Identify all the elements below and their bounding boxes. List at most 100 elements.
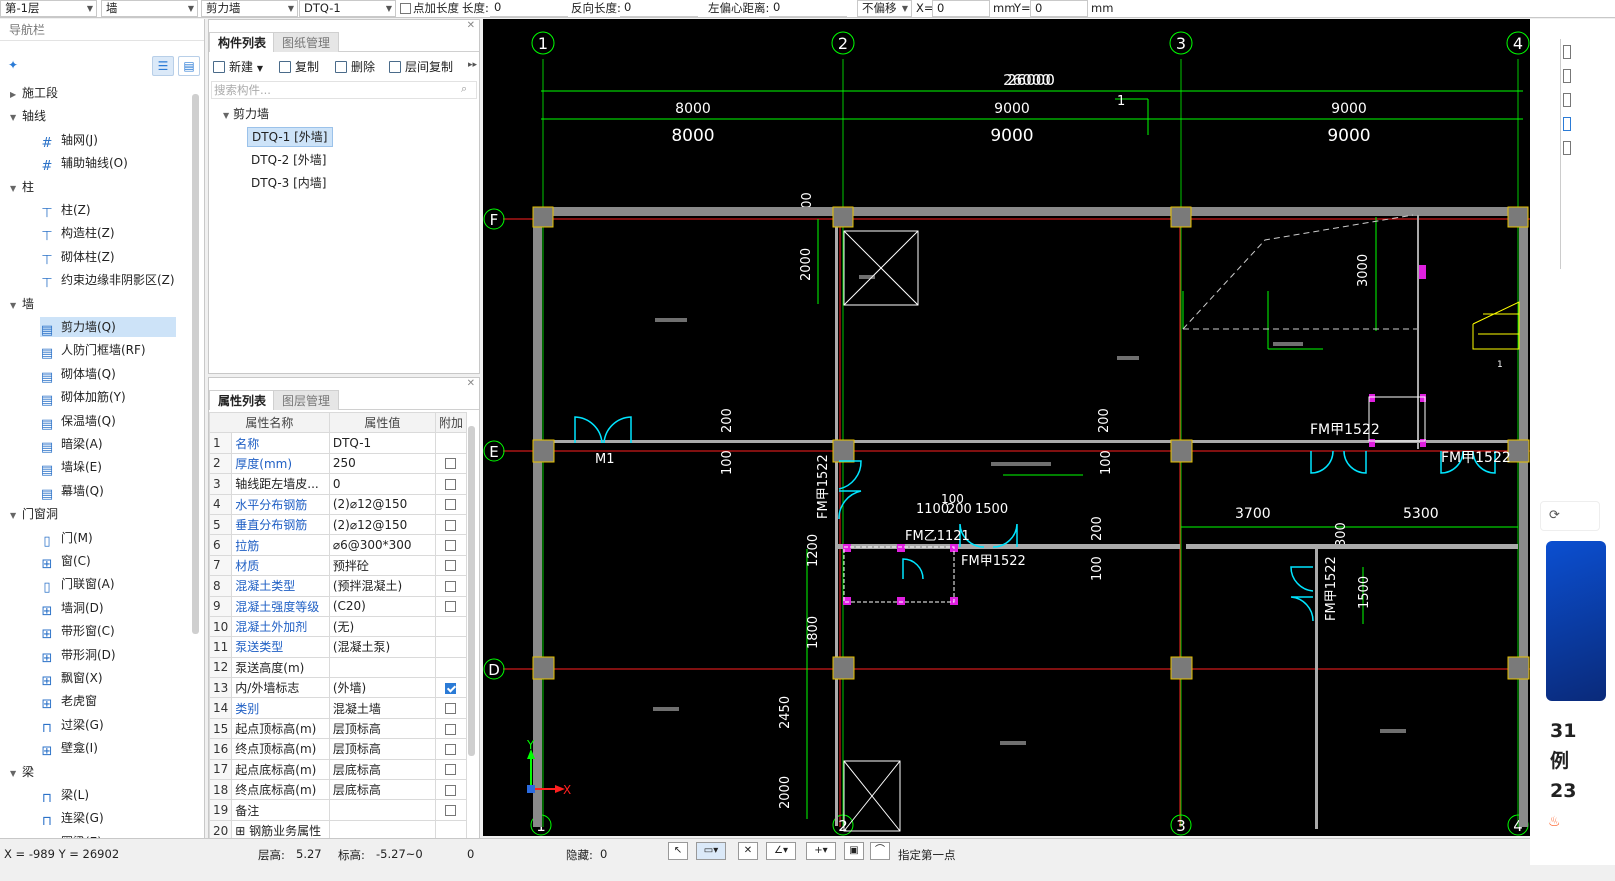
nav-group-1[interactable]: ▼ 轴线 bbox=[10, 106, 46, 126]
list-view-icon[interactable]: ☰ bbox=[152, 56, 174, 76]
property-row[interactable]: 4 水平分布钢筋 (2)⌀12@150 bbox=[208, 493, 468, 515]
property-row[interactable]: 2 厚度(mm) 250 bbox=[208, 452, 468, 475]
property-row[interactable]: 15 起点顶标高(m) 层顶标高 bbox=[208, 717, 468, 740]
door-fm-lower-lower[interactable] bbox=[1290, 596, 1314, 622]
tree-item-dtq2[interactable]: DTQ-2 [外墙] bbox=[247, 150, 331, 170]
property-row[interactable]: 10 混凝土外加剂 (无) bbox=[208, 615, 468, 638]
extra-checkbox[interactable] bbox=[445, 703, 457, 715]
popup-card[interactable]: ⟳ bbox=[1540, 501, 1600, 531]
property-row[interactable]: 13 内/外墙标志 (外墙) bbox=[208, 677, 468, 699]
nav-item-4-4[interactable]: ⊞ 带形窗(C) bbox=[40, 621, 176, 642]
property-value[interactable] bbox=[328, 799, 436, 821]
column-d1[interactable] bbox=[532, 656, 555, 680]
nav-item-4-5[interactable]: ⊞ 带形洞(D) bbox=[40, 645, 176, 666]
snap-layer-button[interactable]: ▣ bbox=[844, 842, 864, 860]
small-room[interactable] bbox=[843, 546, 955, 603]
snap-pointer-button[interactable]: ↖ bbox=[668, 842, 688, 860]
door-fm-2-upper[interactable] bbox=[838, 460, 862, 490]
nav-group-3[interactable]: ▼ 墙 bbox=[10, 294, 34, 314]
close-icon[interactable]: ✕ bbox=[467, 378, 475, 389]
property-row[interactable]: 14 类别 混凝土墙 bbox=[208, 697, 468, 719]
property-row[interactable]: 11 泵送类型 (混凝土泵) bbox=[208, 636, 468, 658]
floor-copy-button[interactable]: 层间复制 bbox=[389, 58, 453, 76]
property-value[interactable]: (C20) bbox=[328, 595, 436, 617]
door-fm-e3-left[interactable] bbox=[1310, 450, 1334, 474]
column-e3[interactable] bbox=[1170, 439, 1193, 463]
column-e1[interactable] bbox=[532, 439, 555, 463]
snap-arc-button[interactable]: ⌒ bbox=[870, 842, 890, 860]
nav-item-3-2[interactable]: ▤ 砌体墙(Q) bbox=[40, 364, 176, 385]
floor-select[interactable]: 第-1层 ▼ bbox=[0, 0, 97, 17]
close-icon[interactable]: ✕ bbox=[467, 20, 475, 31]
property-value[interactable]: (2)⌀12@150 bbox=[328, 513, 436, 536]
snap-plus-button[interactable]: +▾ bbox=[806, 842, 836, 860]
property-row[interactable]: 8 混凝土类型 (预拌混凝土) bbox=[208, 575, 468, 597]
nav-item-5-1[interactable]: ⊓ 连梁(G) bbox=[40, 808, 176, 829]
property-value[interactable]: (预拌混凝土) bbox=[328, 575, 436, 597]
property-row[interactable]: 16 终点顶标高(m) 层顶标高 bbox=[208, 738, 468, 760]
snap-angle-button[interactable]: ∠▾ bbox=[766, 842, 796, 860]
nav-item-3-3[interactable]: ▤ 砌体加筋(Y) bbox=[40, 387, 176, 408]
detail-view-icon[interactable]: ▤ bbox=[178, 56, 200, 76]
nav-item-2-1[interactable]: ⊤ 构造柱(Z) bbox=[40, 223, 176, 244]
tree-item-dtq3[interactable]: DTQ-3 [内墙] bbox=[247, 173, 331, 193]
tool-icon[interactable] bbox=[1563, 117, 1571, 131]
nav-item-2-2[interactable]: ⊤ 砌体柱(Z) bbox=[40, 247, 176, 268]
nav-scrollbar[interactable] bbox=[192, 94, 199, 634]
copy-button[interactable]: 复制 bbox=[279, 58, 319, 76]
x-input[interactable]: 0 bbox=[932, 0, 990, 17]
nav-item-1-1[interactable]: # 辅助轴线(O) bbox=[40, 153, 176, 174]
tool-icon[interactable] bbox=[1563, 93, 1571, 107]
offset-input[interactable]: 0 bbox=[769, 0, 847, 17]
property-row[interactable]: 1 名称 DTQ-1 bbox=[208, 432, 468, 454]
property-row[interactable]: 17 起点底标高(m) 层底标高 bbox=[208, 758, 468, 781]
property-row[interactable]: 6 拉筋 ⌀6@300*300 bbox=[208, 534, 468, 556]
new-button[interactable]: 新建 ▼ bbox=[213, 58, 263, 76]
tool-icon[interactable] bbox=[1563, 45, 1571, 59]
component-search-input[interactable]: 搜索构件... bbox=[211, 81, 477, 99]
wall-v2[interactable] bbox=[835, 216, 838, 826]
wall-top[interactable] bbox=[533, 207, 1528, 216]
door-fm-lower-upper[interactable] bbox=[1290, 566, 1314, 592]
type-select[interactable]: 剪力墙 ▼ bbox=[201, 0, 298, 17]
door-fm-yi[interactable] bbox=[902, 558, 924, 580]
y-input[interactable]: 0 bbox=[1030, 0, 1088, 17]
nav-group-5[interactable]: ▼ 梁 bbox=[10, 762, 34, 782]
nav-group-2[interactable]: ▼ 柱 bbox=[10, 177, 34, 197]
extra-checkbox[interactable] bbox=[445, 580, 457, 592]
tree-root[interactable]: ▼ 剪力墙 bbox=[219, 104, 273, 124]
nav-item-4-9[interactable]: ⊞ 壁龛(I) bbox=[40, 738, 176, 759]
extra-checkbox[interactable] bbox=[445, 560, 457, 572]
door-fm-inner-right[interactable] bbox=[992, 523, 1018, 548]
property-row[interactable]: 18 终点底标高(m) 层底标高 bbox=[208, 779, 468, 801]
extra-checkbox[interactable] bbox=[445, 458, 457, 470]
property-value[interactable] bbox=[328, 656, 436, 679]
property-value[interactable]: DTQ-1 bbox=[328, 432, 436, 454]
nav-item-3-4[interactable]: ▤ 保温墙(Q) bbox=[40, 411, 176, 432]
door-fm-2-lower[interactable] bbox=[838, 490, 862, 520]
move-mode-select[interactable]: 不偏移 ▼ bbox=[857, 0, 912, 17]
nav-item-4-7[interactable]: ⊞ 老虎窗 bbox=[40, 691, 176, 712]
nav-group-4[interactable]: ▼ 门窗洞 bbox=[10, 504, 58, 524]
property-value[interactable]: ⌀6@300*300 bbox=[328, 534, 436, 556]
nav-item-4-8[interactable]: ⊓ 过梁(G) bbox=[40, 715, 176, 736]
tool-icon[interactable] bbox=[1563, 69, 1571, 83]
tab-component-list[interactable]: 构件列表 bbox=[209, 32, 276, 52]
extra-checkbox[interactable] bbox=[445, 540, 457, 552]
extra-checkbox[interactable] bbox=[445, 723, 457, 735]
door-fm-e3-right[interactable] bbox=[1343, 450, 1367, 474]
property-value[interactable]: (2)⌀12@150 bbox=[328, 493, 436, 515]
extra-checkbox[interactable] bbox=[445, 784, 457, 796]
extra-checkbox[interactable] bbox=[445, 682, 457, 694]
extra-checkbox[interactable] bbox=[445, 601, 457, 613]
wall-left[interactable] bbox=[533, 207, 542, 827]
wall-inner-v[interactable] bbox=[1315, 549, 1318, 829]
property-value[interactable]: 层底标高 bbox=[328, 758, 436, 781]
column-d3[interactable] bbox=[1170, 656, 1193, 680]
wall-right[interactable] bbox=[1519, 207, 1528, 827]
nav-item-1-0[interactable]: # 轴网(J) bbox=[40, 130, 176, 151]
nav-item-3-0[interactable]: ▤ 剪力墙(Q) bbox=[40, 317, 176, 338]
wall-inner-h2[interactable] bbox=[1186, 544, 1518, 549]
property-value[interactable]: 层顶标高 bbox=[328, 738, 436, 760]
tab-layer-management[interactable]: 图层管理 bbox=[273, 390, 340, 410]
